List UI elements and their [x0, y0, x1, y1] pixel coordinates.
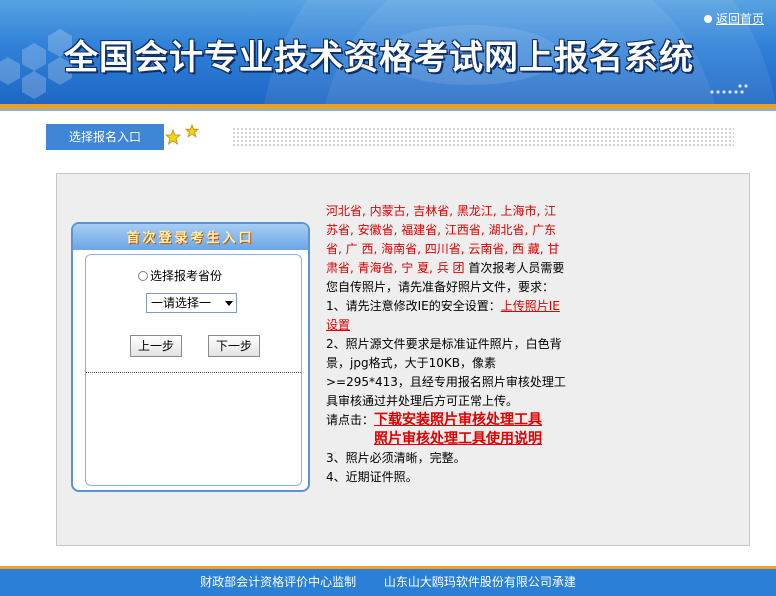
tool-links: 下载安装照片审核处理工具 照片审核处理工具使用说明 [374, 411, 542, 449]
tab-bar: 选择报名入口 [46, 124, 734, 150]
instructions: 河北省, 内蒙古, 吉林省, 黑龙江, 上海市, 江苏省, 安徽省, 福建省, … [326, 202, 566, 487]
tab-select-entry[interactable]: 选择报名入口 [46, 124, 164, 150]
download-tool-link[interactable]: 下载安装照片审核处理工具 [374, 411, 542, 430]
footer: 财政部会计资格评价中心监制 山东山大鸥玛软件股份有限公司承建 [0, 569, 776, 596]
province-radio-row[interactable]: 选择报考省份 [138, 267, 222, 284]
tool-links-row: 请点击： 下载安装照片审核处理工具 照片审核处理工具使用说明 [326, 411, 566, 449]
instruction-item-4: 4、近期证件照。 [326, 470, 418, 484]
star-icon [165, 129, 181, 145]
login-box-inner: 选择报考省份 一请选择一 上一步 下一步 [85, 254, 302, 486]
instructions-intro: 河北省, 内蒙古, 吉林省, 黑龙江, 上海市, 江苏省, 安徽省, 福建省, … [326, 202, 566, 297]
instruction-item-2: 2、照片源文件要求是标准证件照片，白色背景，jpg格式，大于10KB，像素>=2… [326, 337, 566, 408]
instruction-item-1: 1、请先注意修改IE的安全设置：上传照片IE设置 [326, 297, 566, 335]
chevron-down-icon [225, 301, 233, 306]
home-link-label: 返回首页 [715, 12, 764, 26]
footer-supervisor: 财政部会计资格评价中心监制 [200, 575, 357, 589]
login-box-title: 首次登录考生入口 [126, 231, 255, 246]
province-select[interactable]: 一请选择一 [146, 293, 237, 313]
home-link[interactable]: 返回首页 [703, 10, 764, 27]
header-stripe-light [0, 109, 776, 111]
next-step-button[interactable]: 下一步 [208, 335, 260, 357]
first-login-box: 首次登录考生入口 选择报考省份 一请选择一 上一步 下一步 [71, 222, 310, 492]
star-icon [185, 124, 199, 138]
instruction-item-3: 3、照片必须清晰，完整。 [326, 451, 466, 465]
province-select-value: 一请选择一 [151, 296, 212, 310]
footer-contractor: 山东山大鸥玛软件股份有限公司承建 [383, 575, 576, 589]
header-banner: 全国会计专业技术资格考试网上报名系统 返回首页 [0, 0, 776, 104]
province-radio[interactable] [138, 270, 148, 281]
tool-manual-link[interactable]: 照片审核处理工具使用说明 [374, 430, 542, 449]
bullet-icon [703, 14, 712, 23]
main-panel: 首次登录考生入口 选择报考省份 一请选择一 上一步 下一步 河北省, 内蒙古, … [56, 173, 750, 546]
click-prefix: 请点击： [326, 413, 375, 427]
login-box-header: 首次登录考生入口 [73, 224, 308, 250]
dotted-divider [86, 372, 301, 373]
dotted-pattern [232, 127, 734, 147]
item1-prefix: 1、请先注意修改IE的安全设置： [326, 299, 501, 313]
prev-step-button[interactable]: 上一步 [130, 335, 182, 357]
province-radio-label: 选择报考省份 [150, 269, 223, 283]
site-title: 全国会计专业技术资格考试网上报名系统 [64, 38, 694, 78]
